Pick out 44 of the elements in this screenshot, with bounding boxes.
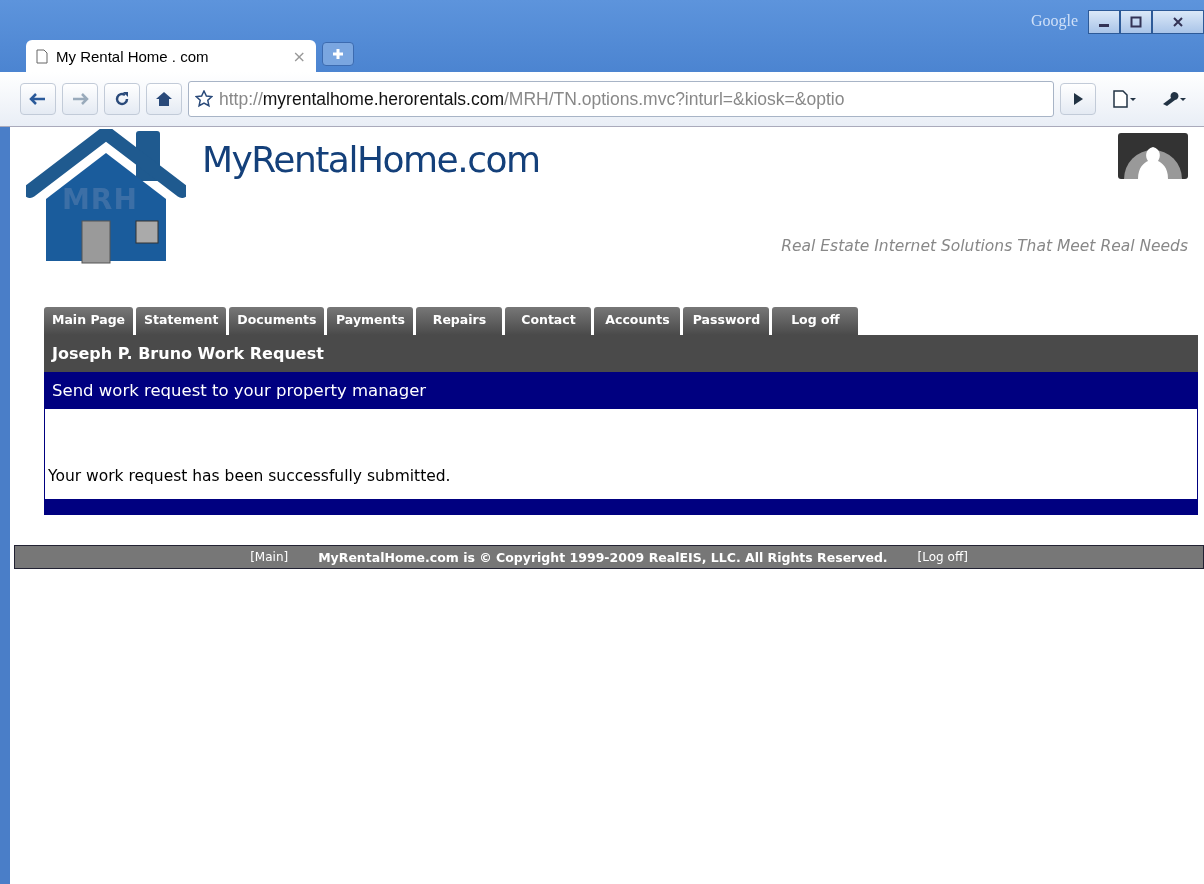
tab-title: My Rental Home . com <box>56 47 210 65</box>
browser-tab[interactable]: My Rental Home . com × <box>26 40 316 72</box>
success-message: Your work request has been successfully submitted. <box>47 467 451 485</box>
close-icon <box>1171 16 1185 28</box>
site-name: MyRentalHome.com <box>202 139 540 180</box>
nav-tab[interactable]: Repairs <box>416 307 503 335</box>
reload-button[interactable] <box>104 83 140 115</box>
nav-tab[interactable]: Password <box>683 307 770 335</box>
back-button[interactable] <box>20 83 56 115</box>
nav-tab[interactable]: Log off <box>772 307 859 335</box>
new-tab-button[interactable] <box>322 42 354 66</box>
play-icon <box>1072 92 1084 106</box>
nav-tab[interactable]: Documents <box>229 307 325 335</box>
log-off-link[interactable]: [Log off] <box>917 550 968 564</box>
brand-label: Google <box>1030 12 1078 30</box>
close-button[interactable] <box>1152 10 1204 34</box>
nav-tab[interactable]: Main Page <box>44 307 134 335</box>
plus-icon <box>331 47 345 61</box>
page-title: Joseph P. Bruno Work Request <box>44 335 1198 372</box>
nav-tab[interactable]: Contact <box>505 307 592 335</box>
minimize-icon <box>1099 23 1109 27</box>
main-link[interactable]: [Main] <box>250 550 289 564</box>
wrench-menu-icon <box>1161 90 1187 108</box>
star-icon <box>195 90 213 108</box>
maximize-icon <box>1129 16 1143 28</box>
reload-icon <box>114 91 130 107</box>
maximize-button[interactable] <box>1120 10 1152 34</box>
home-button[interactable] <box>146 83 182 115</box>
nav-tab[interactable]: Payments <box>327 307 414 335</box>
home-icon <box>155 91 173 107</box>
section-title: Send work request to your property manager <box>44 372 1198 409</box>
forward-arrow-icon <box>71 92 89 106</box>
page-icon <box>36 48 48 64</box>
nav-tab[interactable]: Statement <box>136 307 227 335</box>
copyright-text: MyRentalHome.com is © Copyright 1999-2009 RealEIS, LLC. All Rights Reserved. <box>318 549 888 565</box>
page-menu-icon <box>1111 90 1137 108</box>
back-arrow-icon <box>29 92 47 106</box>
go-button[interactable] <box>1060 83 1096 115</box>
url-text: http://myrentalhome.herorentals.com/MRH/TN.options.mvc?inturl=&kiosk=&optio <box>219 88 845 110</box>
minimize-button[interactable] <box>1088 10 1120 34</box>
person-silhouette-icon <box>1118 133 1188 179</box>
tagline: Real Estate Internet Solutions That Meet Real Needs <box>781 237 1188 255</box>
nav-tab[interactable]: Accounts <box>594 307 681 335</box>
address-bar[interactable]: http://myrentalhome.herorentals.com/MRH/TN.options.mvc?inturl=&kiosk=&optio <box>188 81 1054 117</box>
